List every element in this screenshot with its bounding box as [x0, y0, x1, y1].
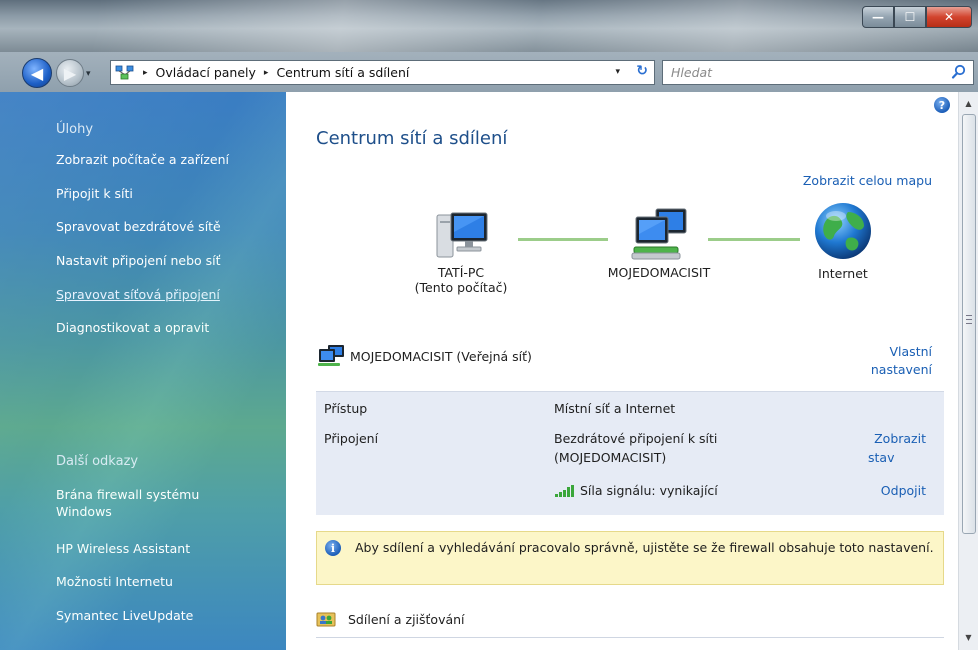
sidebar-item-setup-connection[interactable]: Nastavit připojení nebo síť	[56, 253, 221, 268]
forward-button[interactable]: ▶	[56, 59, 84, 87]
sidebar-item-view-computers[interactable]: Zobrazit počítače a zařízení	[56, 152, 229, 167]
disconnect-link[interactable]: Odpojit	[881, 481, 926, 500]
scroll-grip-icon	[966, 315, 972, 324]
network-details-panel: Přístup Místní síť a Internet Připojení …	[316, 391, 944, 515]
search-input[interactable]	[671, 62, 941, 83]
connection-value-line1: Bezdrátové připojení k síti	[554, 431, 718, 446]
signal-strength-icon	[554, 484, 576, 498]
network-header: MOJEDOMACISIT (Veřejná síť)	[316, 344, 532, 368]
address-history-dropdown[interactable]: ▾	[615, 67, 620, 77]
network-icon-small	[316, 344, 346, 368]
page-title: Centrum sítí a sdílení	[316, 128, 508, 149]
internet-label: Internet	[818, 266, 868, 281]
access-value: Místní síť a Internet	[554, 401, 676, 416]
refresh-icon[interactable]: ↻	[636, 63, 648, 79]
network-icon	[584, 207, 734, 265]
map-node-network[interactable]: MOJEDOMACISIT	[584, 207, 734, 280]
network-center-icon	[115, 65, 135, 81]
tasks-heading: Úlohy	[56, 122, 94, 137]
connection-value-line2: (MOJEDOMACISIT)	[554, 450, 667, 465]
view-status-link-line2[interactable]: stav	[868, 448, 894, 467]
maximize-button[interactable]: ☐	[894, 6, 926, 28]
search-box	[662, 60, 974, 85]
section-divider	[316, 637, 944, 638]
breadcrumb-separator[interactable]: ▸	[264, 68, 269, 78]
sidebar-link-symantec[interactable]: Symantec LiveUpdate	[56, 608, 193, 623]
recent-pages-dropdown[interactable]: ▾	[86, 69, 91, 79]
signal-strength-text: Síla signálu: vynikající	[580, 483, 718, 498]
map-node-internet[interactable]: Internet	[798, 200, 888, 281]
connection-line-network-internet	[708, 238, 800, 241]
sidebar-link-internet-options[interactable]: Možnosti Internetu	[56, 574, 173, 589]
breadcrumb-separator: ▸	[143, 67, 148, 78]
main-content: ? Centrum sítí a sdílení Zobrazit celou …	[286, 92, 958, 650]
sharing-section-header[interactable]: Sdílení a zjišťování	[316, 610, 465, 628]
info-message: Aby sdílení a vyhledávání pracovalo sprá…	[355, 540, 934, 555]
search-icon[interactable]	[951, 64, 967, 80]
sidebar-link-hp-wireless[interactable]: HP Wireless Assistant	[56, 541, 190, 556]
connection-label: Připojení	[324, 431, 379, 446]
sharing-heading: Sdílení a zjišťování	[348, 611, 465, 627]
navigation-bar: ◀ ▶ ▾ ▸ Ovládací panely ▸ Centrum sítí a…	[0, 52, 978, 92]
computer-name: TATÍ-PC	[437, 265, 485, 280]
sidebar-item-manage-wireless[interactable]: Spravovat bezdrátové sítě	[56, 219, 221, 234]
network-name: MOJEDOMACISIT (Veřejná síť)	[350, 348, 532, 364]
view-status-link[interactable]: Zobrazit	[874, 429, 926, 448]
breadcrumb-control-panel[interactable]: Ovládací panely	[156, 65, 256, 80]
access-label: Přístup	[324, 401, 368, 416]
sharing-icon	[316, 610, 336, 628]
title-bar: — ☐ ✕	[0, 0, 978, 52]
globe-icon	[798, 200, 888, 266]
sidebar-item-diagnose[interactable]: Diagnostikovat a opravit	[56, 320, 209, 335]
address-bar[interactable]: ▸ Ovládací panely ▸ Centrum sítí a sdíle…	[110, 60, 655, 85]
back-button[interactable]: ◀	[22, 58, 52, 88]
help-icon[interactable]: ?	[934, 97, 950, 113]
breadcrumb-network-center[interactable]: Centrum sítí a sdílení	[276, 65, 409, 80]
signal-strength: Síla signálu: vynikající	[554, 481, 718, 500]
other-links-heading: Další odkazy	[56, 454, 139, 469]
task-sidebar: Úlohy Zobrazit počítače a zařízení Připo…	[0, 92, 286, 650]
computer-subtitle: (Tento počítač)	[414, 280, 508, 295]
scroll-up-button[interactable]: ▲	[959, 94, 978, 112]
info-icon: i	[325, 540, 341, 556]
map-node-this-computer[interactable]: TATÍ-PC (Tento počítač)	[396, 207, 526, 295]
sidebar-item-manage-connections[interactable]: Spravovat síťová připojení	[56, 287, 220, 302]
window-controls: — ☐ ✕	[862, 6, 972, 28]
sidebar-item-connect-network[interactable]: Připojit k síti	[56, 186, 133, 201]
customize-network-link[interactable]: Vlastní nastavení	[852, 343, 932, 379]
computer-icon	[396, 207, 526, 265]
close-button[interactable]: ✕	[926, 6, 972, 28]
view-full-map-link[interactable]: Zobrazit celou mapu	[803, 173, 932, 188]
minimize-button[interactable]: —	[862, 6, 894, 28]
network-name-label: MOJEDOMACISIT	[607, 265, 711, 280]
vertical-scrollbar[interactable]: ▲ ▼	[958, 92, 978, 650]
sidebar-link-firewall[interactable]: Brána firewall systému Windows	[56, 486, 256, 520]
scroll-thumb[interactable]	[962, 114, 976, 534]
scroll-down-button[interactable]: ▼	[959, 628, 978, 646]
firewall-info-bar[interactable]: i Aby sdílení a vyhledávání pracovalo sp…	[316, 531, 944, 585]
